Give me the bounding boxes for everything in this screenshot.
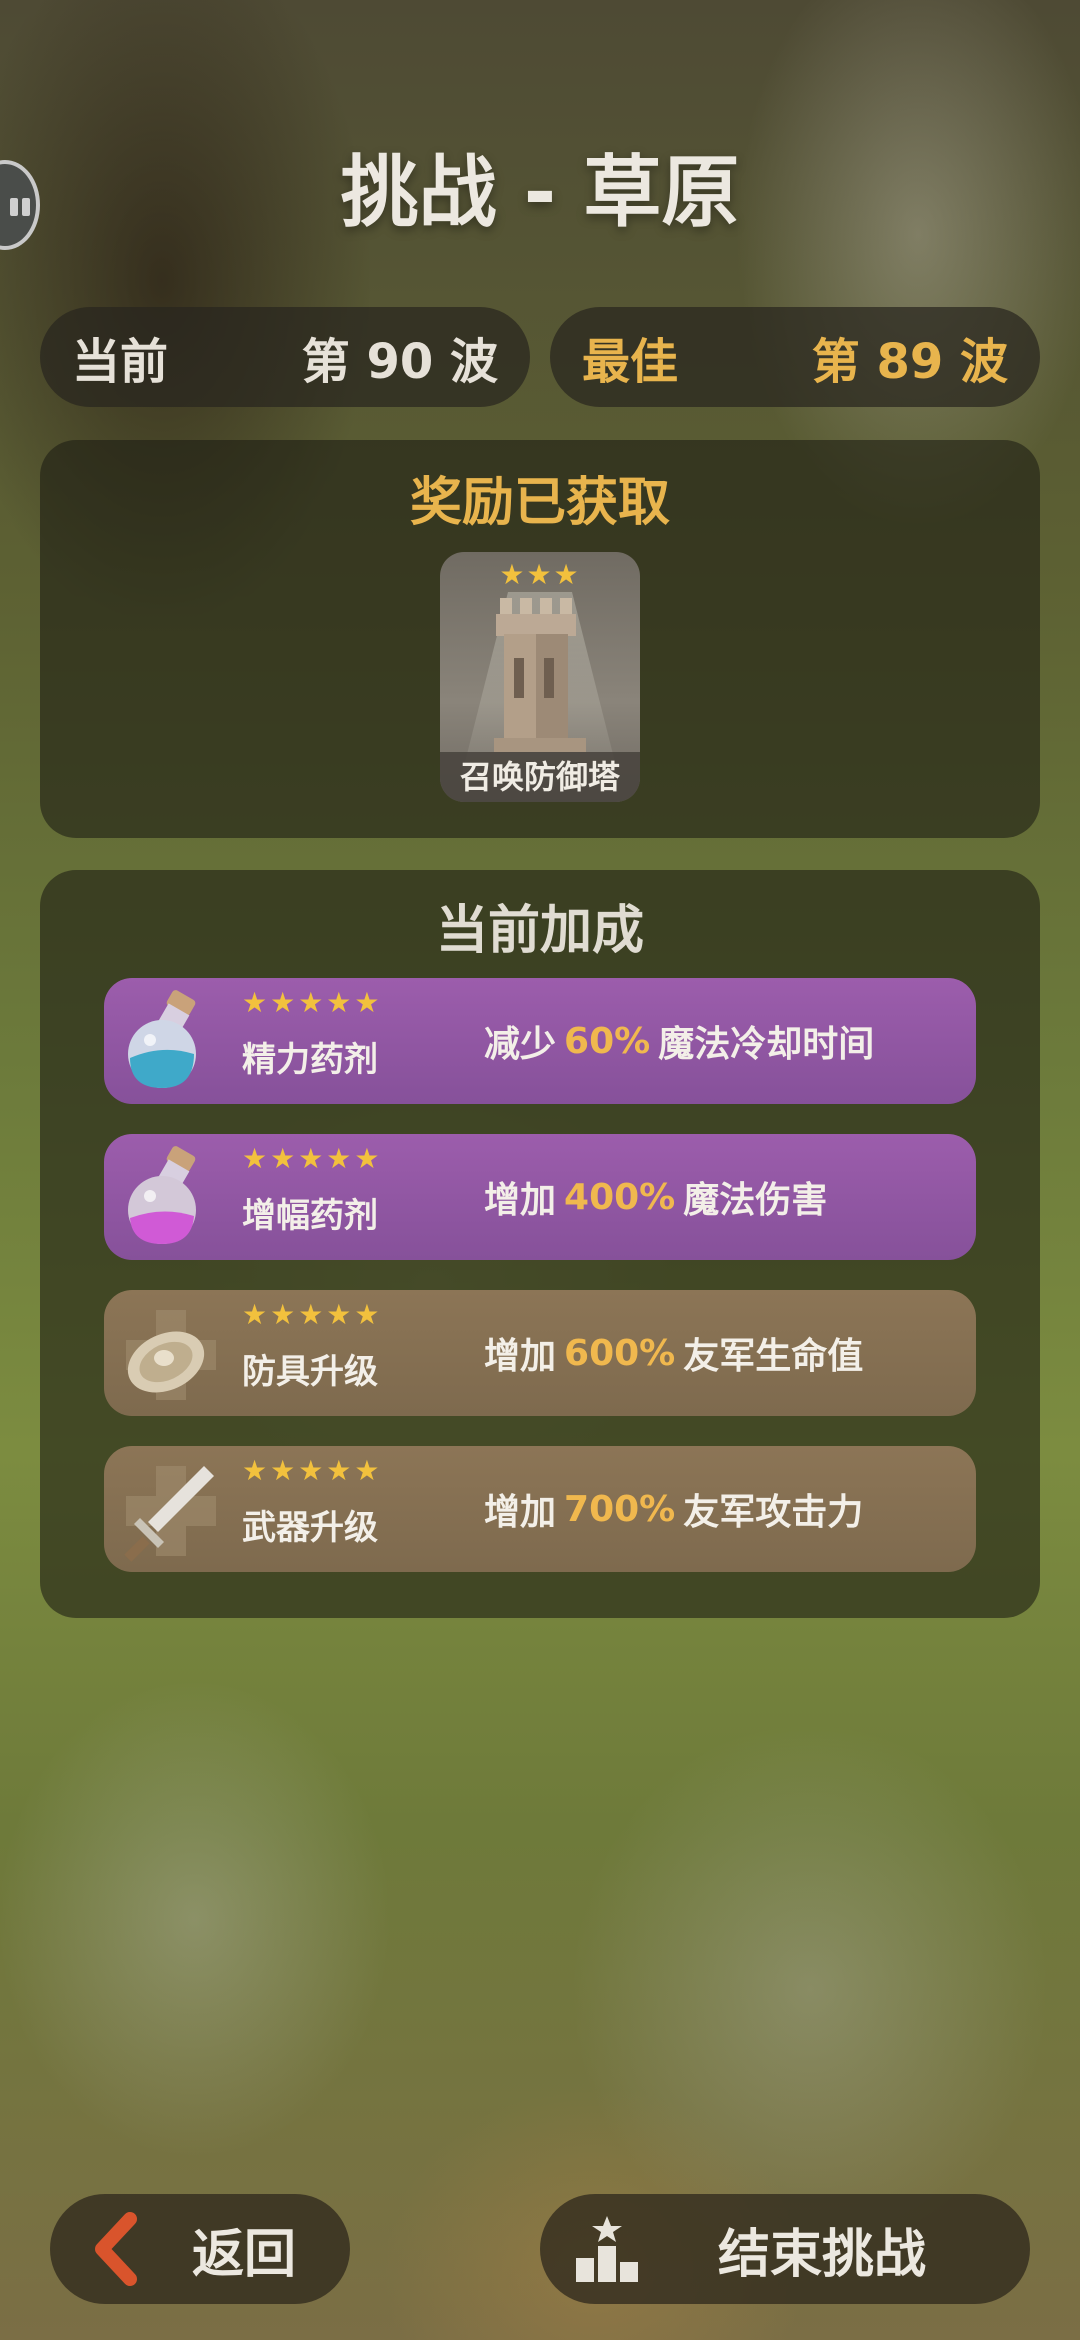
current-wave-value: 第 90 波	[301, 334, 498, 390]
bonus-description: 增加 600% 友军生命值	[484, 1290, 863, 1416]
reward-panel: 奖励已获取 ★★★ 召唤防御塔	[40, 440, 1040, 838]
reward-title: 奖励已获取	[409, 473, 670, 533]
bonus-suffix: 魔法伤害	[683, 1180, 828, 1221]
bonus-name: 防具升级	[242, 1352, 378, 1392]
bonus-value: 400%	[564, 1176, 676, 1218]
bonus-prefix: 增加	[484, 1180, 557, 1221]
pink-potion-icon	[128, 1146, 196, 1244]
leaderboard-icon	[576, 2216, 638, 2282]
end-challenge-label: 结束挑战	[718, 2224, 927, 2285]
bonus-description: 减少 60% 魔法冷却时间	[484, 978, 874, 1104]
bonus-row-weapon-upgrade[interactable]: ★★★★★ 武器升级 增加 700% 友军攻击力	[104, 1446, 976, 1572]
bonus-value: 700%	[564, 1488, 676, 1530]
blue-potion-icon	[128, 990, 196, 1088]
bonus-name: 精力药剂	[242, 1040, 378, 1080]
sword-upgrade-icon	[124, 1466, 216, 1562]
best-label: 最佳	[582, 334, 679, 390]
back-arrow-icon	[95, 2212, 137, 2286]
reward-card-summon-tower[interactable]: ★★★ 召唤防御塔	[440, 552, 640, 802]
bonus-name: 增幅药剂	[242, 1196, 378, 1236]
bonus-suffix: 魔法冷却时间	[658, 1024, 875, 1065]
bonus-value: 600%	[564, 1332, 676, 1374]
bonus-value: 60%	[564, 1020, 651, 1062]
current-wave-pill: 当前 第 90 波	[40, 307, 530, 407]
bonus-stars: ★★★★★	[242, 1298, 383, 1331]
bonus-row-amplify-potion[interactable]: ★★★★★ 增幅药剂 增加 400% 魔法伤害	[104, 1134, 976, 1260]
best-wave-value: 第 89 波	[811, 334, 1008, 390]
back-button[interactable]: 返回	[50, 2194, 350, 2304]
bonus-stars: ★★★★★	[242, 986, 383, 1019]
bonus-suffix: 友军攻击力	[683, 1492, 864, 1533]
current-label: 当前	[72, 334, 169, 390]
shield-upgrade-icon	[126, 1310, 216, 1400]
bonus-row-energy-potion[interactable]: ★★★★★ 精力药剂 减少 60% 魔法冷却时间	[104, 978, 976, 1104]
reward-item-label: 召唤防御塔	[440, 752, 640, 802]
end-challenge-button[interactable]: 结束挑战	[540, 2194, 1030, 2304]
bonus-prefix: 增加	[484, 1336, 557, 1377]
back-label: 返回	[192, 2224, 297, 2285]
bonus-prefix: 减少	[484, 1024, 557, 1065]
bonus-suffix: 友军生命值	[683, 1336, 864, 1377]
bonus-name: 武器升级	[242, 1508, 378, 1548]
best-wave-pill: 最佳 第 89 波	[550, 307, 1040, 407]
bonus-panel: 当前加成 ★★★★★ 精力药剂 减少 60% 魔法冷却时间 ★★★★★ 增幅药剂…	[40, 870, 1040, 1618]
tower-icon	[494, 598, 586, 752]
bonus-row-armor-upgrade[interactable]: ★★★★★ 防具升级 增加 600% 友军生命值	[104, 1290, 976, 1416]
bonus-title: 当前加成	[435, 901, 644, 961]
bonus-prefix: 增加	[484, 1492, 557, 1533]
bonus-stars: ★★★★★	[242, 1142, 383, 1175]
page-title: 挑战 - 草原	[340, 148, 740, 238]
bonus-description: 增加 700% 友军攻击力	[484, 1446, 863, 1572]
bonus-stars: ★★★★★	[242, 1454, 383, 1487]
bonus-description: 增加 400% 魔法伤害	[484, 1134, 827, 1260]
reward-stars: ★★★	[499, 558, 581, 591]
